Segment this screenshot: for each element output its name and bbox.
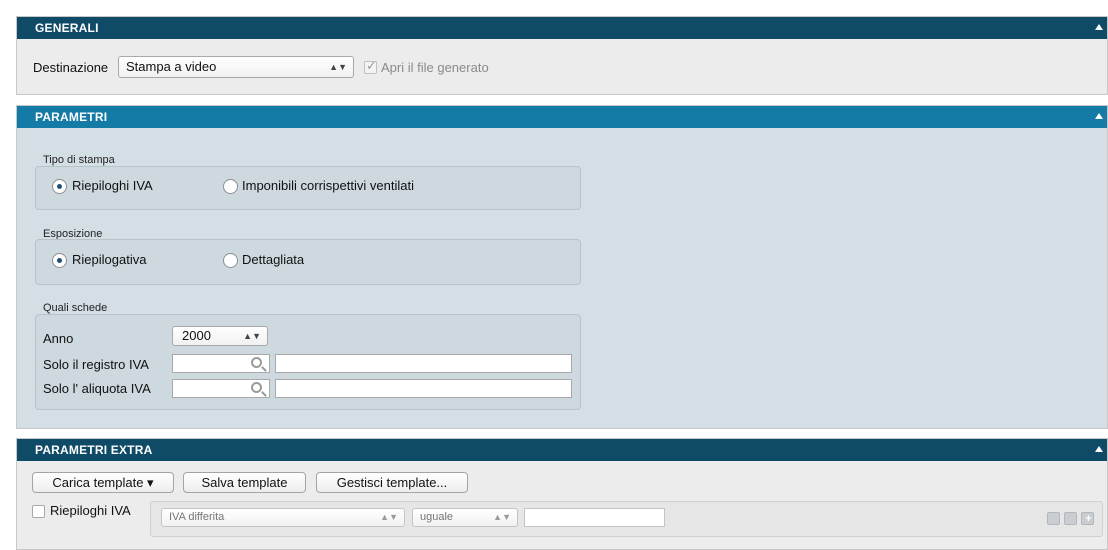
radio-riepilogativa[interactable] (52, 253, 67, 268)
search-icon[interactable] (251, 357, 262, 368)
aliquota-description-input[interactable] (275, 379, 572, 398)
collapse-icon[interactable] (1095, 446, 1103, 452)
radio-riepiloghi-iva-label[interactable]: Riepiloghi IVA (72, 178, 153, 193)
tipo-stampa-title: Tipo di stampa (43, 154, 115, 166)
registro-description-input[interactable] (275, 354, 572, 373)
parametri-extra-panel: PARAMETRI EXTRA Carica template ▾ Salva … (16, 438, 1108, 550)
radio-riepilogativa-label[interactable]: Riepilogativa (72, 252, 146, 267)
parametri-extra-header[interactable]: PARAMETRI EXTRA (17, 439, 1107, 461)
radio-imponibili[interactable] (223, 179, 238, 194)
checkmark-icon: ✓ (366, 58, 377, 73)
filter-operator-select[interactable]: uguale ▲▼ (412, 508, 518, 527)
salva-template-button[interactable]: Salva template (183, 472, 306, 493)
apri-file-label: Apri il file generato (381, 60, 489, 75)
collapse-icon[interactable] (1095, 24, 1103, 30)
collapse-icon[interactable] (1095, 113, 1103, 119)
search-icon[interactable] (251, 382, 262, 393)
anno-select[interactable]: 2000 ▲▼ (172, 326, 268, 346)
generali-header[interactable]: GENERALI (17, 17, 1107, 39)
filter-row: IVA differita ▲▼ uguale ▲▼ + (150, 501, 1103, 537)
anno-label: Anno (43, 331, 74, 346)
select-arrows-icon: ▲▼ (380, 512, 398, 522)
parametri-extra-title: PARAMETRI EXTRA (35, 443, 153, 457)
esposizione-group: Riepilogativa Dettagliata (35, 239, 581, 285)
filter-operator-value: uguale (420, 511, 454, 523)
carica-template-button[interactable]: Carica template ▾ (32, 472, 174, 493)
filter-value-input[interactable] (524, 508, 665, 527)
quali-schede-title: Quali schede (43, 302, 108, 314)
destinazione-value: Stampa a video (126, 59, 217, 74)
list-icon[interactable] (1047, 512, 1060, 525)
add-icon[interactable]: + (1081, 512, 1094, 525)
generali-title: GENERALI (35, 21, 99, 35)
registro-label: Solo il registro IVA (43, 357, 149, 372)
radio-dettagliata-label[interactable]: Dettagliata (242, 252, 304, 267)
destinazione-select[interactable]: Stampa a video ▲▼ (118, 56, 354, 78)
riepiloghi-iva-label: Riepiloghi IVA (50, 503, 131, 518)
filter-field-select[interactable]: IVA differita ▲▼ (161, 508, 405, 527)
destinazione-label: Destinazione (33, 60, 109, 75)
select-arrows-icon: ▲▼ (493, 512, 511, 522)
aliquota-code-input[interactable] (172, 379, 270, 398)
select-arrows-icon: ▲▼ (329, 62, 347, 72)
more-icon[interactable] (1064, 512, 1077, 525)
riepiloghi-iva-checkbox[interactable] (32, 505, 45, 518)
radio-dettagliata[interactable] (223, 253, 238, 268)
gestisci-template-button[interactable]: Gestisci template... (316, 472, 468, 493)
plus-icon: + (1085, 513, 1092, 525)
aliquota-label: Solo l' aliquota IVA (43, 381, 151, 396)
radio-imponibili-label[interactable]: Imponibili corrispettivi ventilati (242, 178, 414, 193)
apri-file-checkbox[interactable]: ✓ (364, 58, 377, 74)
parametri-header[interactable]: PARAMETRI (17, 106, 1107, 128)
quali-schede-group: Anno 2000 ▲▼ Solo il registro IVA Solo l… (35, 314, 581, 410)
filter-field-value: IVA differita (169, 511, 225, 523)
radio-riepiloghi-iva[interactable] (52, 179, 67, 194)
tipo-stampa-group: Riepiloghi IVA Imponibili corrispettivi … (35, 166, 581, 210)
registro-code-input[interactable] (172, 354, 270, 373)
generali-panel: GENERALI Destinazione Stampa a video ▲▼ … (16, 16, 1108, 95)
parametri-title: PARAMETRI (35, 110, 108, 124)
anno-value: 2000 (182, 328, 211, 343)
parametri-panel: PARAMETRI Tipo di stampa Riepiloghi IVA … (16, 105, 1108, 429)
select-arrows-icon: ▲▼ (243, 331, 261, 341)
